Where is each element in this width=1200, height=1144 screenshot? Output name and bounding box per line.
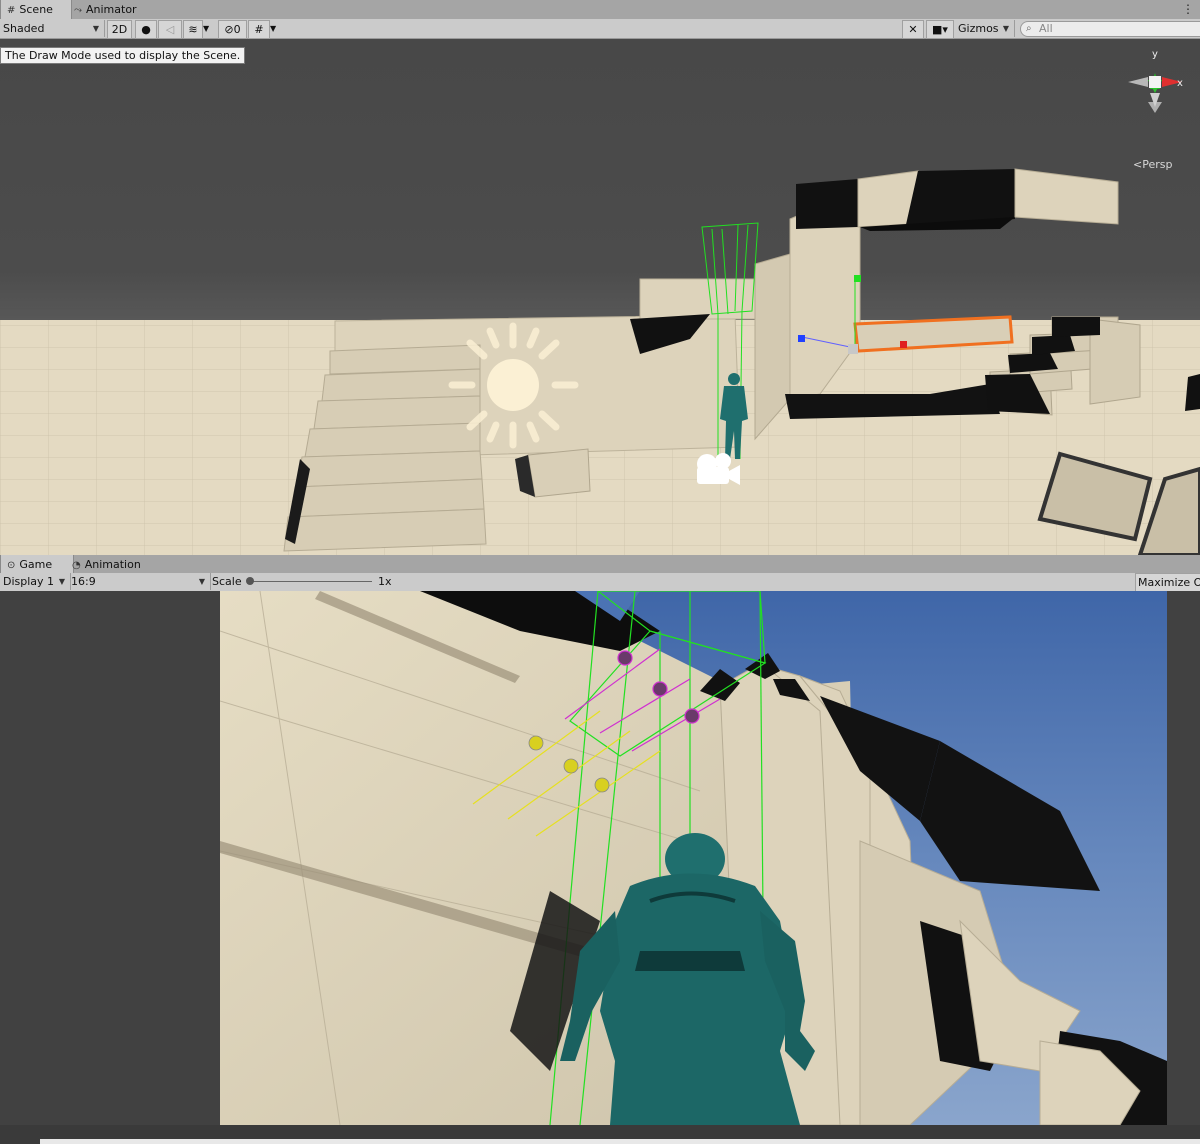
- grid-dropdown[interactable]: ▼: [270, 20, 282, 37]
- effects-dropdown[interactable]: ▼: [203, 20, 215, 37]
- scene-toolbar: Shaded ▼ 2D ● ◁ ≋ ▼ ⊘0 # ▼ ✕ ■▾ Gizmos ▼…: [0, 19, 1200, 39]
- hidden-count: 0: [233, 23, 241, 36]
- scale-label: Scale: [212, 575, 242, 588]
- lighting-toggle-button[interactable]: ●: [135, 20, 157, 39]
- scale-slider[interactable]: [246, 573, 374, 590]
- game-tab-bar: ⊙ Game ◔ Animation: [0, 555, 1200, 575]
- bottom-bar: [40, 1139, 1200, 1144]
- tools-button[interactable]: ✕: [902, 20, 924, 39]
- tab-animation-label: Animation: [84, 558, 141, 571]
- aspect-dropdown[interactable]: 16:9 ▼: [68, 573, 211, 590]
- animator-icon: ⤳: [74, 5, 82, 16]
- search-icon: ⌕: [1026, 23, 1032, 34]
- chevron-down-icon: ▼: [1002, 24, 1009, 33]
- red-handle[interactable]: [900, 341, 907, 348]
- grid-icon: #: [254, 23, 264, 36]
- scene-viewport[interactable]: y x <Persp: [0, 39, 1200, 555]
- chevron-down-icon: ▼: [270, 24, 277, 33]
- small-box: [527, 448, 591, 498]
- game-render: [220, 591, 1167, 1125]
- 2d-toggle-label: 2D: [111, 23, 128, 36]
- light-bulb-icon: ●: [141, 23, 151, 36]
- scene-search-input[interactable]: ⌕ All: [1020, 21, 1200, 37]
- sun-light-icon[interactable]: [448, 322, 579, 449]
- grid-toggle-button[interactable]: #: [248, 20, 270, 39]
- gizmos-label: Gizmos: [958, 22, 999, 35]
- upper-ledge: [639, 278, 756, 320]
- scene-tab-bar: # Scene ⤳ Animator ⋮: [0, 0, 1200, 20]
- game-toolbar: Display 1 ▼ 16:9 ▼ Scale 1x Maximize On …: [0, 573, 1200, 592]
- audio-toggle-button[interactable]: ◁: [158, 20, 182, 39]
- maximize-label: Maximize On Play: [1138, 576, 1200, 589]
- display-value: Display 1: [3, 575, 55, 588]
- grid-icon: #: [7, 5, 16, 16]
- projection-toggle[interactable]: <Persp: [1133, 158, 1172, 171]
- draw-mode-tooltip: The Draw Mode used to display the Scene.: [0, 47, 246, 64]
- eye-slash-icon: ⊘: [224, 23, 234, 36]
- scene-render: y x: [0, 39, 1200, 555]
- chevron-down-icon: ▼: [198, 577, 205, 586]
- projection-label: Persp: [1142, 158, 1173, 171]
- chevron-down-icon: ▼: [92, 24, 99, 33]
- camera-settings-button[interactable]: ■▾: [926, 20, 954, 39]
- speaker-icon: ◁: [165, 23, 175, 36]
- tab-scene-label: Scene: [19, 3, 53, 16]
- tools-icon: ✕: [908, 23, 918, 36]
- draw-mode-dropdown[interactable]: Shaded ▼: [0, 20, 105, 37]
- chevron-down-icon: ▼: [203, 24, 210, 33]
- camera-icon: ■▾: [932, 23, 948, 36]
- scale-slider-track: [248, 581, 372, 582]
- bottom-status-strip: [0, 1125, 1200, 1144]
- tower-top-shadow: [796, 179, 858, 229]
- effects-icon: ≋: [188, 23, 198, 36]
- blue-handle[interactable]: [798, 335, 805, 342]
- tab-scene[interactable]: # Scene: [0, 0, 72, 19]
- display-dropdown[interactable]: Display 1 ▼: [0, 573, 71, 590]
- chevron-down-icon: ▼: [58, 577, 65, 586]
- draw-mode-value: Shaded: [3, 22, 45, 35]
- persp-arrow-icon: <: [1133, 158, 1143, 171]
- tab-animator[interactable]: ⤳ Animator: [68, 0, 145, 19]
- scale-value: 1x: [378, 575, 392, 588]
- scene-visibility-button[interactable]: ⊘0: [218, 20, 247, 39]
- effects-toggle-button[interactable]: ≋: [183, 20, 203, 39]
- axis-x-label: x: [1177, 78, 1183, 89]
- tab-menu-icon[interactable]: ⋮: [1182, 0, 1194, 19]
- game-viewport[interactable]: [220, 591, 1167, 1125]
- axis-y-label: y: [1152, 49, 1158, 60]
- tab-animator-label: Animator: [86, 3, 137, 16]
- aspect-value: 16:9: [71, 575, 96, 588]
- gizmos-dropdown[interactable]: Gizmos ▼: [955, 20, 1015, 37]
- tab-animation[interactable]: ◔ Animation: [66, 555, 149, 574]
- scale-slider-thumb[interactable]: [246, 577, 254, 585]
- center-handle[interactable]: [848, 344, 858, 354]
- tab-game-label: Game: [19, 558, 53, 571]
- search-placeholder: All: [1039, 22, 1053, 35]
- tab-game[interactable]: ⊙ Game: [0, 555, 74, 574]
- 2d-toggle-button[interactable]: 2D: [107, 20, 132, 39]
- maximize-on-play-toggle[interactable]: Maximize On Play: [1135, 573, 1200, 592]
